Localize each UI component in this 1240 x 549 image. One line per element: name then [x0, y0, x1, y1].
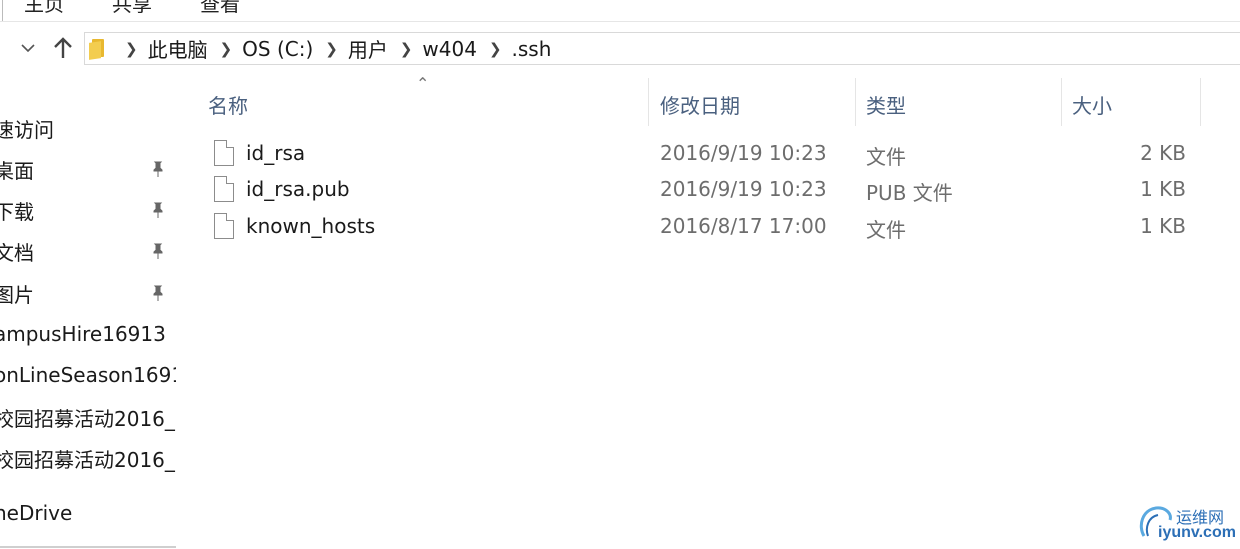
- chevron-down-icon: [21, 44, 35, 53]
- watermark-logo: 运维网 iyunv.com: [1136, 500, 1240, 546]
- breadcrumb-this-pc[interactable]: 此电脑: [148, 34, 208, 63]
- sort-ascending-icon: ⌃: [416, 74, 430, 93]
- pin-icon[interactable]: [148, 283, 168, 303]
- sidebar-item-folder[interactable]: ampusHire16913: [0, 318, 176, 350]
- file-type: PUB 文件: [866, 181, 953, 205]
- address-row: ❯ 此电脑 ❯ OS (C:) ❯ 用户 ❯ w404 ❯ .ssh: [0, 22, 1240, 78]
- sidebar-item-documents[interactable]: 文档: [0, 235, 176, 267]
- breadcrumb-drive-c[interactable]: OS (C:): [242, 37, 313, 61]
- column-header-date-modified[interactable]: 修改日期: [660, 90, 740, 119]
- sidebar-item-downloads[interactable]: 下载: [0, 194, 176, 226]
- pin-icon[interactable]: [148, 200, 168, 220]
- sidebar-item-label: neDrive: [0, 501, 73, 525]
- file-icon: [214, 140, 234, 166]
- up-button[interactable]: [50, 34, 76, 62]
- sidebar-item-label: 下载: [0, 199, 34, 224]
- sidebar-item-label: 速访问: [0, 117, 54, 142]
- scrollbar[interactable]: [0, 546, 176, 548]
- file-icon: [214, 176, 234, 202]
- breadcrumb-user-w404[interactable]: w404: [422, 37, 477, 61]
- file-type: 文件: [866, 145, 906, 169]
- breadcrumb-chevron-icon[interactable]: ❯: [400, 40, 413, 58]
- file-name: known_hosts: [246, 214, 376, 238]
- breadcrumb-ssh[interactable]: .ssh: [512, 37, 552, 61]
- sidebar-item-label: 校园招募活动2016_: [0, 406, 175, 431]
- address-bar[interactable]: ❯ 此电脑 ❯ OS (C:) ❯ 用户 ❯ w404 ❯ .ssh: [84, 32, 1240, 65]
- file-date-modified: 2016/8/17 17:00: [660, 214, 827, 238]
- column-header-type[interactable]: 类型: [866, 90, 906, 119]
- table-row[interactable]: known_hosts 2016/8/17 17:00 文件 1 KB: [176, 211, 1240, 245]
- file-date-modified: 2016/9/19 10:23: [660, 141, 827, 165]
- sidebar-item-folder[interactable]: onLineSeason1691: [0, 359, 176, 391]
- sidebar-item-pictures[interactable]: 图片: [0, 277, 176, 309]
- table-row[interactable]: id_rsa.pub 2016/9/19 10:23 PUB 文件 1 KB: [176, 174, 1240, 208]
- file-list: ⌃ 名称 修改日期 类型 大小 id_rsa 2016/9/19 10:23 文…: [176, 74, 1240, 549]
- tab-share[interactable]: 共享: [112, 0, 152, 17]
- column-divider[interactable]: [648, 78, 649, 126]
- file-size: 2 KB: [1140, 141, 1186, 165]
- pin-icon[interactable]: [148, 241, 168, 261]
- sidebar-item-folder[interactable]: 校园招募活动2016_: [0, 401, 176, 433]
- column-header-size[interactable]: 大小: [1072, 90, 1112, 119]
- tab-view[interactable]: 查看: [200, 0, 240, 17]
- breadcrumb-chevron-icon[interactable]: ❯: [325, 40, 338, 58]
- sidebar-item-label: 图片: [0, 282, 34, 307]
- column-divider[interactable]: [1061, 78, 1062, 126]
- recent-locations-button[interactable]: [16, 36, 40, 60]
- sidebar-item-label: 文档: [0, 240, 34, 265]
- file-size: 1 KB: [1140, 177, 1186, 201]
- file-name: id_rsa.pub: [246, 177, 350, 201]
- breadcrumb-chevron-icon[interactable]: ❯: [489, 40, 502, 58]
- sidebar-item-quick-access[interactable]: 速访问: [0, 112, 176, 144]
- breadcrumb-chevron-icon[interactable]: ❯: [125, 40, 138, 58]
- column-divider[interactable]: [1200, 78, 1201, 126]
- up-arrow-icon: [54, 37, 72, 58]
- file-type: 文件: [866, 218, 906, 242]
- breadcrumb-users[interactable]: 用户: [348, 34, 388, 63]
- sidebar-item-label: 桌面: [0, 158, 34, 183]
- tab-home[interactable]: 主页: [2, 0, 64, 21]
- table-row[interactable]: id_rsa 2016/9/19 10:23 文件 2 KB: [176, 138, 1240, 172]
- sidebar-item-onedrive[interactable]: neDrive: [0, 497, 176, 529]
- file-size: 1 KB: [1140, 214, 1186, 238]
- folder-icon: [89, 38, 107, 60]
- column-header-name[interactable]: 名称: [208, 90, 248, 119]
- file-name: id_rsa: [246, 141, 306, 165]
- sidebar-item-label: 校园招募活动2016_: [0, 447, 175, 472]
- file-icon: [214, 213, 234, 239]
- navigation-pane: 速访问 桌面 下载 文档 图片 ampusHire16913 onLineSea…: [0, 78, 176, 549]
- ribbon-tab-bar: 主页 共享 查看: [0, 0, 1240, 22]
- file-date-modified: 2016/9/19 10:23: [660, 177, 827, 201]
- pin-icon[interactable]: [148, 159, 168, 179]
- sidebar-item-folder[interactable]: 校园招募活动2016_: [0, 442, 176, 474]
- breadcrumb-chevron-icon[interactable]: ❯: [220, 40, 233, 58]
- watermark-text-en: iyunv.com: [1158, 524, 1236, 541]
- sidebar-item-label: onLineSeason1691: [0, 363, 176, 387]
- column-divider[interactable]: [855, 78, 856, 126]
- sidebar-item-label: ampusHire16913: [0, 322, 166, 346]
- sidebar-item-desktop[interactable]: 桌面: [0, 153, 176, 185]
